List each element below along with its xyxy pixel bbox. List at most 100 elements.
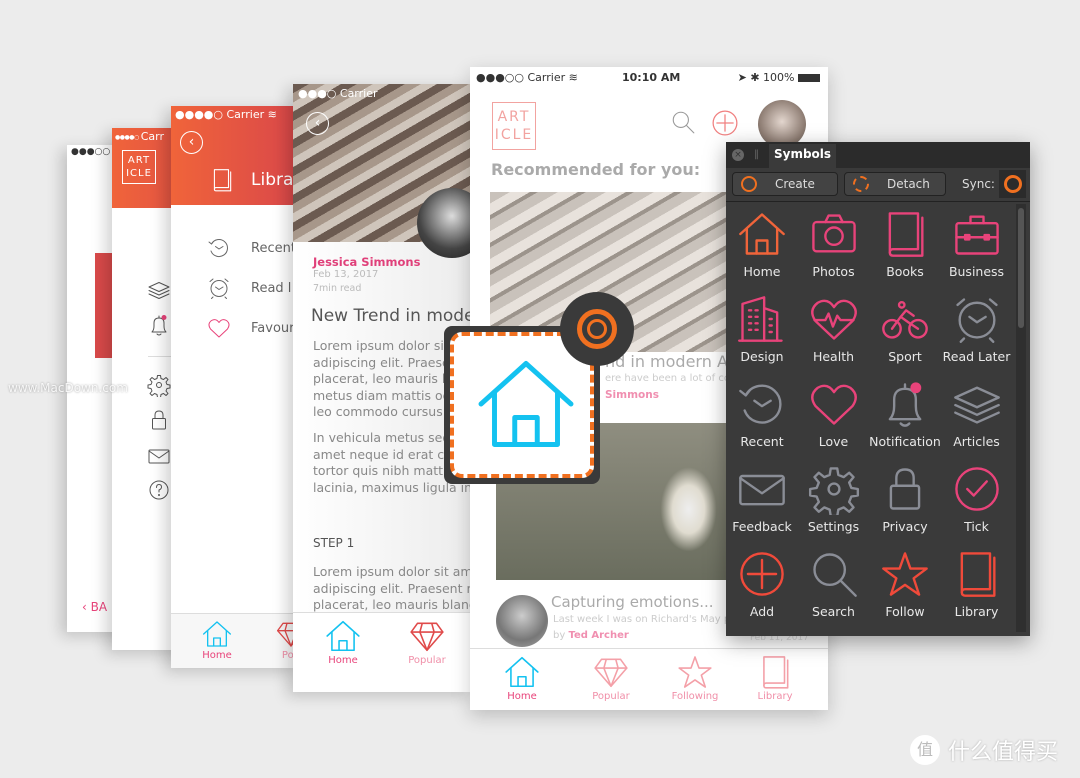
location-icon: ➤ ✱ bbox=[737, 71, 764, 84]
symbol-books[interactable]: Books bbox=[869, 204, 941, 289]
symbol-feedback[interactable]: Feedback bbox=[726, 459, 798, 544]
logo-text: ART bbox=[127, 155, 151, 166]
mail-icon[interactable] bbox=[147, 444, 171, 468]
signal-icon: ●●●●○ bbox=[115, 133, 139, 141]
symbol-notification[interactable]: Notification bbox=[869, 374, 941, 459]
author-name[interactable]: Jessica Simmons bbox=[313, 255, 420, 269]
card-title[interactable]: nd in modern Ar bbox=[605, 352, 734, 371]
body-text-line: Lorem ipsum dolor sit amet bbox=[313, 564, 473, 579]
author-avatar[interactable] bbox=[496, 595, 548, 647]
create-label: Create bbox=[775, 177, 815, 191]
symbol-label: Business bbox=[948, 264, 1005, 279]
body-text-line: adipiscing elit. Praesent mat bbox=[313, 580, 473, 596]
recent-icon bbox=[207, 236, 231, 260]
symbol-love[interactable]: Love bbox=[798, 374, 870, 459]
library-menu-item[interactable]: Favour bbox=[207, 316, 294, 340]
symbol-label: Love bbox=[818, 434, 849, 449]
logo[interactable]: ART ICLE bbox=[492, 102, 536, 150]
detach-button[interactable]: Detach bbox=[844, 172, 946, 196]
carrier-label: Carrier bbox=[226, 108, 265, 121]
symbol-label: Add bbox=[749, 604, 775, 619]
symbol-articles[interactable]: Articles bbox=[941, 374, 1013, 459]
symbol-read-later[interactable]: Read Later bbox=[941, 289, 1013, 374]
book-icon bbox=[877, 208, 933, 260]
gear-icon bbox=[806, 463, 862, 515]
create-button[interactable]: Create bbox=[732, 172, 838, 196]
header: ●●●●○ Carrier ≋ ‹ Libra bbox=[171, 106, 301, 205]
symbols-grid: Home Photos Books Business Design Health Sport… bbox=[726, 204, 1016, 634]
tab-popular[interactable]: Popular bbox=[581, 653, 641, 702]
symbol-tick[interactable]: Tick bbox=[941, 459, 1013, 544]
card-excerpt: ere have been a lot of com bbox=[605, 373, 740, 384]
symbol-label: Tick bbox=[964, 519, 989, 534]
tab-label: Following bbox=[671, 691, 719, 702]
search-icon[interactable] bbox=[670, 109, 696, 135]
symbol-home[interactable]: Home bbox=[726, 204, 798, 289]
back-button[interactable]: ‹ BA bbox=[82, 600, 107, 614]
grip-icon[interactable]: ‖ bbox=[754, 149, 759, 160]
symbol-design[interactable]: Design bbox=[726, 289, 798, 374]
symbol-search[interactable]: Search bbox=[798, 544, 870, 629]
tab-label: Home bbox=[507, 691, 537, 702]
tab-following[interactable]: Following bbox=[665, 653, 725, 702]
symbol-label: Feedback bbox=[732, 519, 792, 534]
book-icon bbox=[949, 548, 1005, 600]
back-button[interactable]: ‹ bbox=[180, 131, 203, 154]
layers-icon[interactable] bbox=[147, 278, 171, 302]
card-author[interactable]: Simmons bbox=[605, 389, 659, 401]
watermark-left: www.MacDown.com bbox=[8, 381, 128, 395]
symbol-business[interactable]: Business bbox=[941, 204, 1013, 289]
back-button[interactable]: ‹ bbox=[306, 112, 329, 135]
tab-label: Library bbox=[757, 691, 793, 702]
symbol-label: Articles bbox=[953, 434, 1000, 449]
tab-popular[interactable]: Popular bbox=[397, 617, 457, 666]
tick-icon bbox=[949, 463, 1005, 515]
section-heading: Recommended for you: bbox=[491, 160, 701, 179]
tab-library[interactable]: Library bbox=[745, 653, 805, 702]
heart-icon bbox=[806, 378, 862, 430]
symbol-library[interactable]: Library bbox=[941, 544, 1013, 629]
add-button[interactable] bbox=[710, 108, 740, 138]
symbol-add[interactable]: Add bbox=[726, 544, 798, 629]
diamond-icon bbox=[408, 617, 446, 655]
signal-icon: ●●●○ bbox=[298, 87, 340, 100]
symbol-privacy[interactable]: Privacy bbox=[869, 459, 941, 544]
symbol-badge bbox=[560, 292, 634, 366]
card-excerpt: Last week I was on Richard's May ph bbox=[553, 614, 737, 625]
lock-icon bbox=[877, 463, 933, 515]
symbol-health[interactable]: Health bbox=[798, 289, 870, 374]
question-icon[interactable] bbox=[147, 478, 171, 502]
library-menu-item[interactable]: Read l bbox=[207, 276, 291, 300]
tab-label: Popular bbox=[592, 691, 630, 702]
tab-home[interactable]: Home bbox=[492, 653, 552, 702]
home-icon bbox=[324, 617, 362, 655]
tab-symbols[interactable]: Symbols bbox=[769, 144, 837, 168]
symbol-label: Search bbox=[812, 604, 855, 619]
symbol-label: Follow bbox=[885, 604, 925, 619]
status-bar: ●●●○○ Carrier ≋ bbox=[476, 71, 578, 84]
symbol-recent[interactable]: Recent bbox=[726, 374, 798, 459]
sync-toggle[interactable] bbox=[999, 170, 1026, 198]
symbol-photos[interactable]: Photos bbox=[798, 204, 870, 289]
card-author[interactable]: Ted Archer bbox=[568, 630, 628, 641]
home-icon bbox=[201, 618, 233, 650]
battery-icon bbox=[798, 74, 820, 82]
sync-symbol-icon bbox=[1003, 175, 1022, 193]
watermark-text: 什么值得买 bbox=[948, 740, 1059, 765]
symbol-sport[interactable]: Sport bbox=[869, 289, 941, 374]
tab-home[interactable]: Home bbox=[187, 618, 247, 661]
body-text-line: Lorem ipsum dolor sit a bbox=[313, 338, 461, 353]
user-avatar[interactable] bbox=[758, 100, 806, 148]
library-menu-item[interactable]: Recent bbox=[207, 236, 296, 260]
gear-icon[interactable] bbox=[147, 373, 171, 397]
mail-icon bbox=[734, 463, 790, 515]
bell-icon[interactable] bbox=[147, 313, 171, 337]
lock-icon[interactable] bbox=[147, 408, 171, 432]
scrollbar[interactable] bbox=[1016, 204, 1026, 632]
close-icon[interactable]: × bbox=[732, 149, 744, 161]
back-label: BA bbox=[90, 600, 108, 614]
card-title[interactable]: Capturing emotions... bbox=[551, 593, 714, 611]
tab-home[interactable]: Home bbox=[313, 617, 373, 666]
symbol-follow[interactable]: Follow bbox=[869, 544, 941, 629]
symbol-settings[interactable]: Settings bbox=[798, 459, 870, 544]
